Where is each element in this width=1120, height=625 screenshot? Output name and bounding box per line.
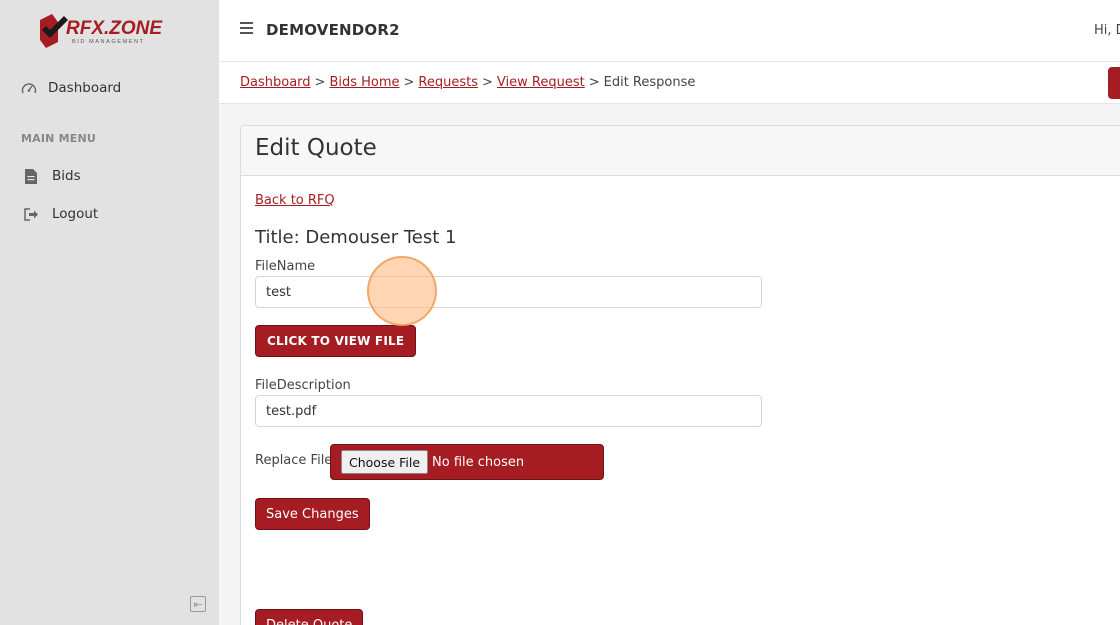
user-greeting[interactable]: Hi, D [1094, 23, 1120, 38]
replace-file-label: Replace File [255, 453, 333, 468]
sidebar-item-label: Logout [52, 206, 99, 222]
rfx-zone-logo[interactable]: RFX.ZONE BID MANAGEMENT [36, 12, 186, 52]
logo-text: RFX.ZONE [66, 18, 163, 39]
breadcrumb-view-request[interactable]: View Request [497, 75, 585, 90]
filename-input[interactable] [255, 276, 762, 308]
quote-title: Title: Demouser Test 1 [255, 227, 457, 248]
breadcrumb-bar: Dashboard > Bids Home > Requests > View Reques… [219, 62, 1120, 104]
vendor-name: DEMOVENDOR2 [266, 21, 400, 39]
breadcrumb-separator: > [482, 75, 493, 90]
page-title: Edit Quote [255, 135, 377, 161]
breadcrumb-current: Edit Response [603, 75, 696, 90]
delete-quote-button[interactable]: Delete Quote [255, 609, 364, 625]
main-menu-heading: MAIN MENU [21, 132, 96, 145]
collapse-left-icon[interactable]: ⇤ [190, 596, 206, 612]
hamburger-icon[interactable] [240, 22, 253, 34]
file-description-label: FileDescription [255, 378, 351, 393]
sidebar-item-logout[interactable]: Logout [22, 202, 98, 226]
breadcrumb-dashboard[interactable]: Dashboard [240, 75, 311, 90]
sidebar: RFX.ZONE BID MANAGEMENT Dashboard MAIN M… [0, 0, 219, 625]
save-changes-button[interactable]: Save Changes [255, 498, 370, 530]
logo-subtext: BID MANAGEMENT [72, 39, 145, 45]
filename-label: FileName [255, 259, 316, 274]
view-file-button[interactable]: CLICK TO VIEW FILE [255, 325, 417, 357]
breadcrumb-separator: > [588, 75, 600, 90]
file-status: No file chosen [432, 454, 525, 470]
breadcrumb-separator: > [314, 75, 326, 90]
back-to-rfq-link[interactable]: Back to RFQ [255, 193, 335, 208]
logout-icon [22, 205, 40, 223]
edit-quote-card: Edit Quote Back to RFQ Title: Demouser T… [240, 125, 1120, 625]
choose-file-button[interactable]: Choose File [341, 450, 429, 474]
sidebar-item-label: Dashboard [48, 80, 122, 96]
sidebar-item-label: Bids [52, 168, 81, 184]
header-action-button[interactable] [1108, 67, 1120, 99]
sidebar-item-dashboard[interactable]: Dashboard [20, 76, 121, 100]
document-icon [22, 167, 40, 185]
sidebar-item-bids[interactable]: Bids [22, 164, 81, 188]
file-picker[interactable]: Choose File No file chosen [330, 444, 604, 480]
breadcrumb: Dashboard > Bids Home > Requests > View Reques… [240, 75, 695, 90]
gauge-icon [20, 79, 38, 97]
breadcrumb-requests[interactable]: Requests [418, 75, 478, 90]
top-bar: DEMOVENDOR2 Hi, D [219, 0, 1120, 62]
file-description-input[interactable] [255, 395, 762, 427]
breadcrumb-separator: > [403, 75, 415, 90]
breadcrumb-bids-home[interactable]: Bids Home [329, 75, 399, 90]
